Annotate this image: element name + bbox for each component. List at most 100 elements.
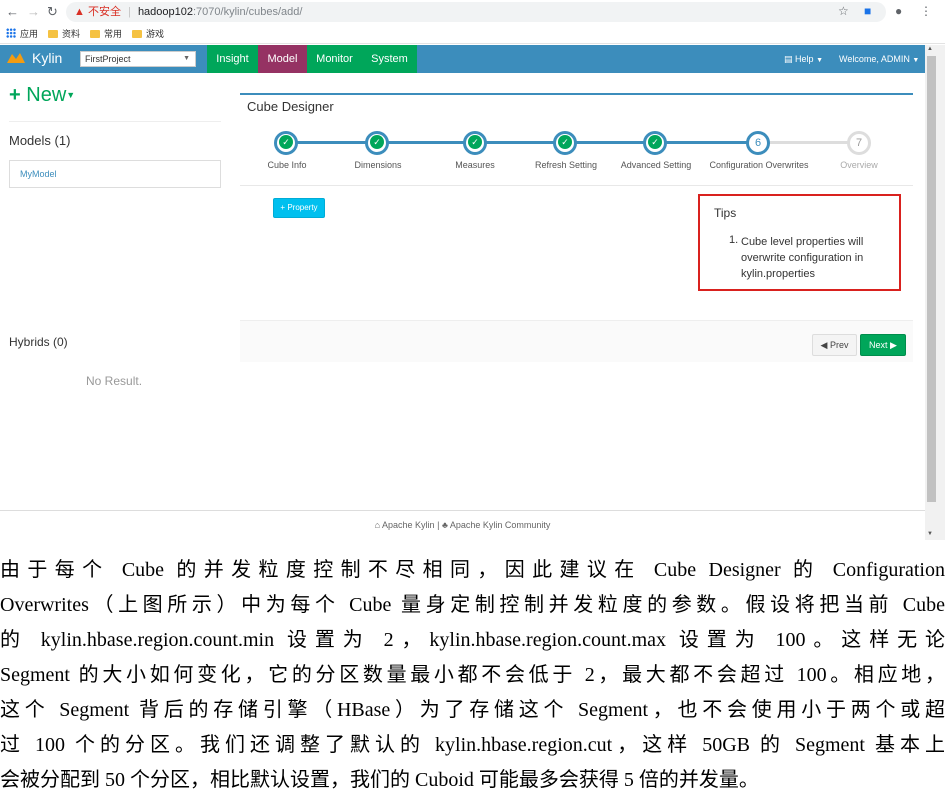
paragraph-line: 会被分配到 50 个分区，相比默认设置，我们的 Cuboid 可能最多会获得 5… xyxy=(0,769,759,791)
home-icon: ⌂ xyxy=(374,520,381,530)
bookmark-apps[interactable]: 应用 xyxy=(6,27,38,40)
step-label-overview[interactable]: Overview xyxy=(830,160,888,170)
wizard-steps xyxy=(240,124,913,186)
tips-item-number: 1. xyxy=(729,234,739,246)
divider xyxy=(9,121,221,122)
top-navbar: Kylin FirstProject ▼ Insight Model Monit… xyxy=(0,45,925,73)
next-button[interactable]: Next ▶ xyxy=(860,334,906,356)
kylin-logo-icon xyxy=(7,53,25,63)
step-label-cube-info[interactable]: Cube Info xyxy=(256,160,318,170)
step-label-configuration-overwrites[interactable]: Configuration Overwrites xyxy=(705,160,813,170)
page-footer: ⌂ Apache Kylin | ♣ Apache Kylin Communit… xyxy=(0,510,925,540)
folder-icon xyxy=(132,30,142,38)
arrow-left-icon: ◀ xyxy=(820,340,828,350)
step-label-refresh-setting[interactable]: Refresh Setting xyxy=(527,160,605,170)
reload-icon[interactable]: ↻ xyxy=(47,4,58,20)
user-menu[interactable]: Welcome, ADMIN ▼ xyxy=(839,45,919,73)
new-label: New xyxy=(26,84,67,106)
caret-down-icon: ▼ xyxy=(66,90,76,100)
folder-icon xyxy=(48,30,58,38)
step-1-circle[interactable]: ✓ xyxy=(274,131,298,155)
bookmark-folder[interactable]: 常用 xyxy=(90,27,122,40)
account-icon[interactable]: ● xyxy=(895,4,902,18)
check-icon: ✓ xyxy=(648,135,662,149)
caret-down-icon: ▼ xyxy=(912,57,920,64)
progress-line-remaining xyxy=(759,141,859,144)
next-label: Next xyxy=(869,340,888,350)
user-label: Welcome, ADMIN xyxy=(839,54,910,64)
caret-down-icon: ▼ xyxy=(816,57,823,64)
footer-link-apache-kylin[interactable]: Apache Kylin xyxy=(382,520,435,530)
brand-logo[interactable]: Kylin xyxy=(6,50,62,66)
footer-divider: | xyxy=(437,520,440,530)
forward-icon[interactable]: → xyxy=(27,4,40,20)
hybrids-title: Hybrids (0) xyxy=(9,335,68,349)
browser-chrome: ← → ↻ ▲ 不安全 | hadoop102:7070/kylin/cubes… xyxy=(0,0,945,44)
back-icon[interactable]: ← xyxy=(6,4,19,20)
add-property-button[interactable]: + Property xyxy=(273,198,325,218)
check-icon: ✓ xyxy=(370,135,384,149)
step-label-dimensions[interactable]: Dimensions xyxy=(342,160,414,170)
bookmark-label: 应用 xyxy=(20,29,39,39)
community-icon: ♣ xyxy=(441,520,448,530)
bookmark-folder[interactable]: 资料 xyxy=(48,27,80,40)
address-row: ← → ↻ ▲ 不安全 | hadoop102:7070/kylin/cubes… xyxy=(0,0,945,24)
tips-box: Tips 1. Cube level properties will overw… xyxy=(698,194,901,291)
step-6-circle[interactable]: 6 xyxy=(746,131,770,155)
menu-icon[interactable]: ⋮ xyxy=(920,4,932,18)
paragraph-line: Segment 的大小如何变化，它的分区数量最小都不会低于 2，最大都不会超过 … xyxy=(0,664,945,686)
url-divider: | xyxy=(128,6,131,18)
star-icon[interactable]: ☆ xyxy=(838,4,849,18)
scrollbar-thumb[interactable] xyxy=(927,56,936,502)
step-3-circle[interactable]: ✓ xyxy=(463,131,487,155)
tips-title: Tips xyxy=(714,206,737,220)
step-label-measures[interactable]: Measures xyxy=(440,160,510,170)
warning-icon: ▲ xyxy=(74,6,85,18)
brand-name: Kylin xyxy=(32,50,63,66)
tab-monitor[interactable]: Monitor xyxy=(307,45,362,73)
scroll-up-icon[interactable]: ▲ xyxy=(927,46,933,52)
progress-line xyxy=(287,141,759,144)
tab-system[interactable]: System xyxy=(362,45,417,73)
plus-icon: + xyxy=(9,84,21,106)
translate-icon[interactable]: ■ xyxy=(864,4,871,18)
book-icon: ▤ xyxy=(784,54,793,64)
paragraph-line: Overwrites（上图所示）中为每个 Cube 量身定制控制并发粒度的参数。… xyxy=(0,594,945,616)
check-icon: ✓ xyxy=(279,135,293,149)
step-5-circle[interactable]: ✓ xyxy=(643,131,667,155)
bookmark-label: 游戏 xyxy=(146,29,165,39)
model-item[interactable]: MyModel xyxy=(9,160,221,188)
address-bar[interactable]: ▲ 不安全 | hadoop102:7070/kylin/cubes/add/ xyxy=(66,2,886,22)
bookmark-folder[interactable]: 游戏 xyxy=(132,27,164,40)
prev-button[interactable]: ◀ Prev xyxy=(812,334,857,356)
apps-icon xyxy=(6,28,16,38)
tips-item-text: Cube level properties will overwrite con… xyxy=(741,236,864,280)
project-select[interactable]: FirstProject ▼ xyxy=(80,51,196,67)
folder-icon xyxy=(90,30,100,38)
help-menu[interactable]: ▤ Help ▼ xyxy=(784,45,823,73)
step-7-circle[interactable]: 7 xyxy=(847,131,871,155)
paragraph-line: 过 100 个的分区。我们还调整了默认的 kylin.hbase.region.… xyxy=(0,734,945,756)
new-button[interactable]: + New▼ xyxy=(9,84,75,107)
step-2-circle[interactable]: ✓ xyxy=(365,131,389,155)
arrow-right-icon: ▶ xyxy=(890,340,897,350)
document-paragraph: 由于每个 Cube 的并发粒度控制不尽相同，因此建议在 Cube Designe… xyxy=(0,553,945,798)
no-result-text: No Result. xyxy=(86,374,143,388)
bookmark-label: 资料 xyxy=(62,29,81,39)
url-host: hadoop102 xyxy=(137,6,193,18)
paragraph-line: 这个 Segment 背后的存储引擎（HBase）为了存储这个 Segment，… xyxy=(0,699,945,721)
paragraph-line: 由于每个 Cube 的并发粒度控制不尽相同，因此建议在 Cube Designe… xyxy=(0,559,945,581)
paragraph-line: 的 kylin.hbase.region.count.min 设置为 2，kyl… xyxy=(0,629,945,651)
check-icon: ✓ xyxy=(558,135,572,149)
bookmark-label: 常用 xyxy=(104,29,123,39)
help-label: Help xyxy=(795,54,814,64)
step-4-circle[interactable]: ✓ xyxy=(553,131,577,155)
tab-model[interactable]: Model xyxy=(258,45,307,73)
step-label-advanced-setting[interactable]: Advanced Setting xyxy=(616,160,696,170)
chevron-down-icon: ▼ xyxy=(183,55,190,62)
scroll-down-icon[interactable]: ▼ xyxy=(927,531,933,537)
tab-insight[interactable]: Insight xyxy=(207,45,258,73)
models-title: Models (1) xyxy=(9,133,71,148)
footer-link-community[interactable]: Apache Kylin Community xyxy=(450,520,551,530)
url-path: :7070/kylin/cubes/add/ xyxy=(193,6,303,18)
